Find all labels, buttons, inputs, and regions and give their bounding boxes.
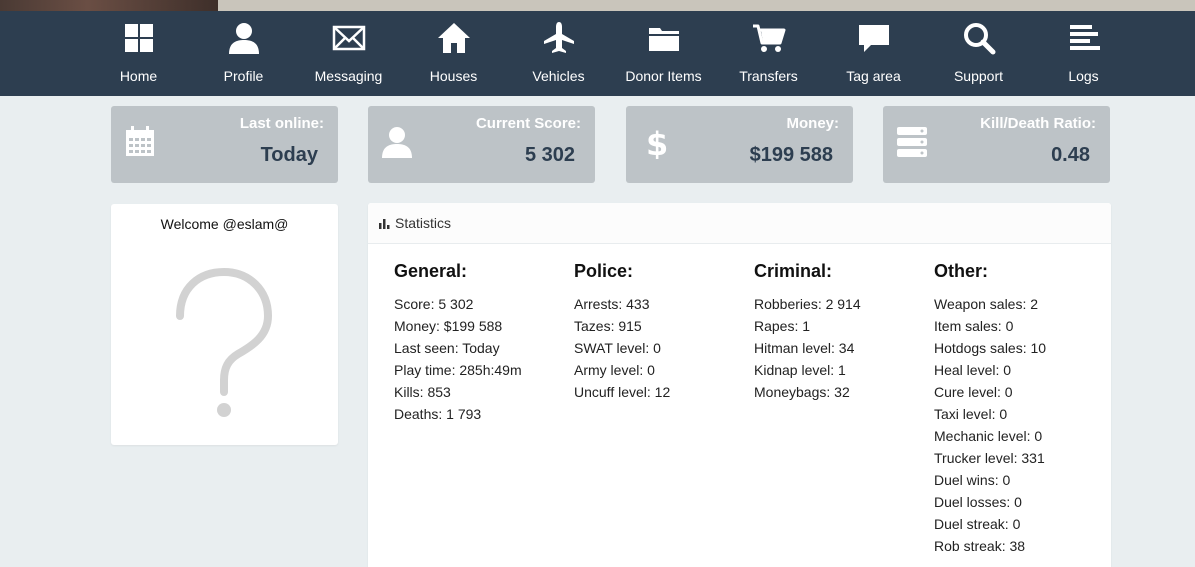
plane-icon bbox=[543, 22, 574, 53]
nav-label: Houses bbox=[429, 68, 478, 84]
chat-bubble-icon bbox=[858, 25, 889, 52]
question-mark-icon bbox=[176, 268, 273, 417]
nav-logs[interactable]: Logs bbox=[1031, 11, 1136, 96]
stat-row: Score: 5 302 bbox=[394, 296, 474, 312]
stat-row: Weapon sales: 2 bbox=[934, 296, 1039, 312]
stat-card-current-score: Current Score: 5 302 bbox=[368, 106, 595, 183]
nav-label: Messaging bbox=[314, 68, 383, 84]
stat-row: Cure level: 0 bbox=[934, 384, 1013, 400]
stat-row: Kills: 853 bbox=[394, 384, 451, 400]
stat-label: Current Score: bbox=[475, 115, 581, 132]
stat-row: Duel losses: 0 bbox=[934, 494, 1022, 510]
stat-row: Hitman level: 34 bbox=[754, 340, 855, 356]
column-heading: General: bbox=[394, 261, 468, 281]
nav-donor-items[interactable]: Donor Items bbox=[611, 11, 716, 96]
stat-row: Robberies: 2 914 bbox=[754, 296, 861, 312]
stat-row: Heal level: 0 bbox=[934, 362, 1012, 378]
stat-row: Duel wins: 0 bbox=[934, 472, 1011, 488]
column-heading: Other: bbox=[934, 261, 988, 281]
stat-row: Army level: 0 bbox=[574, 362, 655, 378]
stat-row: Play time: 285h:49m bbox=[394, 362, 522, 378]
calendar-icon bbox=[126, 126, 154, 156]
nav-messaging[interactable]: Messaging bbox=[296, 11, 401, 96]
stat-row: Mechanic level: 0 bbox=[934, 428, 1043, 444]
stat-row: Deaths: 1 793 bbox=[394, 406, 482, 422]
stat-label: Money: bbox=[786, 115, 840, 132]
stat-label: Last online: bbox=[239, 115, 324, 132]
stat-row: Trucker level: 331 bbox=[934, 450, 1045, 466]
stat-row: SWAT level: 0 bbox=[574, 340, 661, 356]
nav-label: Donor Items bbox=[625, 68, 702, 84]
statistics-panel-header: Statistics bbox=[368, 203, 1111, 244]
nav-label: Profile bbox=[223, 68, 264, 84]
stat-value: $199 588 bbox=[749, 144, 833, 166]
nav-home[interactable]: Home bbox=[86, 11, 191, 96]
stat-card-money: $ Money: $199 588 bbox=[626, 106, 853, 183]
dollar-icon: $ bbox=[646, 125, 668, 159]
welcome-card: Welcome @eslam@ bbox=[111, 204, 338, 445]
stat-value: 5 302 bbox=[524, 144, 575, 166]
stat-row: Taxi level: 0 bbox=[934, 406, 1008, 422]
nav-label: Support bbox=[953, 68, 1004, 84]
statistics-panel: Statistics General: Score: 5 302 Money: … bbox=[368, 203, 1111, 567]
svg-text:$: $ bbox=[646, 125, 668, 159]
stat-row: Moneybags: 32 bbox=[754, 384, 850, 400]
welcome-text: Welcome @eslam@ bbox=[160, 216, 289, 232]
nav-vehicles[interactable]: Vehicles bbox=[506, 11, 611, 96]
user-icon bbox=[228, 23, 259, 54]
stat-value: Today bbox=[260, 144, 318, 166]
nav-label: Home bbox=[119, 68, 158, 84]
stat-row: Hotdogs sales: 10 bbox=[934, 340, 1047, 356]
stat-label: Kill/Death Ratio: bbox=[980, 115, 1096, 132]
stat-row: Tazes: 915 bbox=[574, 318, 642, 334]
stat-row: Money: $199 588 bbox=[394, 318, 503, 334]
house-icon bbox=[437, 23, 470, 53]
stat-card-last-online: Last online: Today bbox=[111, 106, 338, 183]
nav-support[interactable]: Support bbox=[926, 11, 1031, 96]
stats-column-general: General: Score: 5 302 Money: $199 588 La… bbox=[394, 260, 569, 425]
user-icon bbox=[382, 127, 412, 158]
panel-title: Statistics bbox=[395, 215, 452, 231]
server-icon bbox=[897, 127, 927, 157]
nav-label: Tag area bbox=[846, 68, 901, 84]
nav-label: Logs bbox=[1068, 68, 1099, 84]
list-icon bbox=[1069, 25, 1100, 50]
main-navbar: Home Profile Messaging Houses Vehicles D… bbox=[0, 11, 1195, 96]
nav-label: Transfers bbox=[739, 68, 798, 84]
top-banner-strip bbox=[0, 0, 1195, 11]
stats-column-criminal: Criminal: Robberies: 2 914 Rapes: 1 Hitm… bbox=[754, 260, 929, 403]
search-icon bbox=[963, 23, 995, 55]
stat-row: Kidnap level: 1 bbox=[754, 362, 846, 378]
stat-row: Uncuff level: 12 bbox=[574, 384, 671, 400]
stat-row: Rob streak: 38 bbox=[934, 538, 1026, 554]
grid-icon bbox=[124, 24, 153, 52]
stat-row: Duel streak: 0 bbox=[934, 516, 1021, 532]
banner-image bbox=[0, 0, 218, 11]
stat-row: Item sales: 0 bbox=[934, 318, 1014, 334]
nav-houses[interactable]: Houses bbox=[401, 11, 506, 96]
stat-row: Arrests: 433 bbox=[574, 296, 650, 312]
stat-card-kd-ratio: Kill/Death Ratio: 0.48 bbox=[883, 106, 1110, 183]
nav-profile[interactable]: Profile bbox=[191, 11, 296, 96]
stats-column-other: Other: Weapon sales: 2 Item sales: 0 Hot… bbox=[934, 260, 1109, 557]
stat-row: Rapes: 1 bbox=[754, 318, 811, 334]
column-heading: Criminal: bbox=[754, 261, 833, 281]
nav-transfers[interactable]: Transfers bbox=[716, 11, 821, 96]
stat-value: 0.48 bbox=[1051, 144, 1090, 166]
cart-icon bbox=[752, 24, 785, 52]
stat-row: Last seen: Today bbox=[394, 340, 500, 356]
envelope-icon bbox=[332, 25, 365, 51]
nav-tag-area[interactable]: Tag area bbox=[821, 11, 926, 96]
nav-label: Vehicles bbox=[532, 68, 585, 84]
column-heading: Police: bbox=[574, 261, 634, 281]
stats-column-police: Police: Arrests: 433 Tazes: 915 SWAT lev… bbox=[574, 260, 749, 403]
folder-icon bbox=[648, 28, 679, 51]
bar-chart-icon bbox=[379, 219, 390, 229]
